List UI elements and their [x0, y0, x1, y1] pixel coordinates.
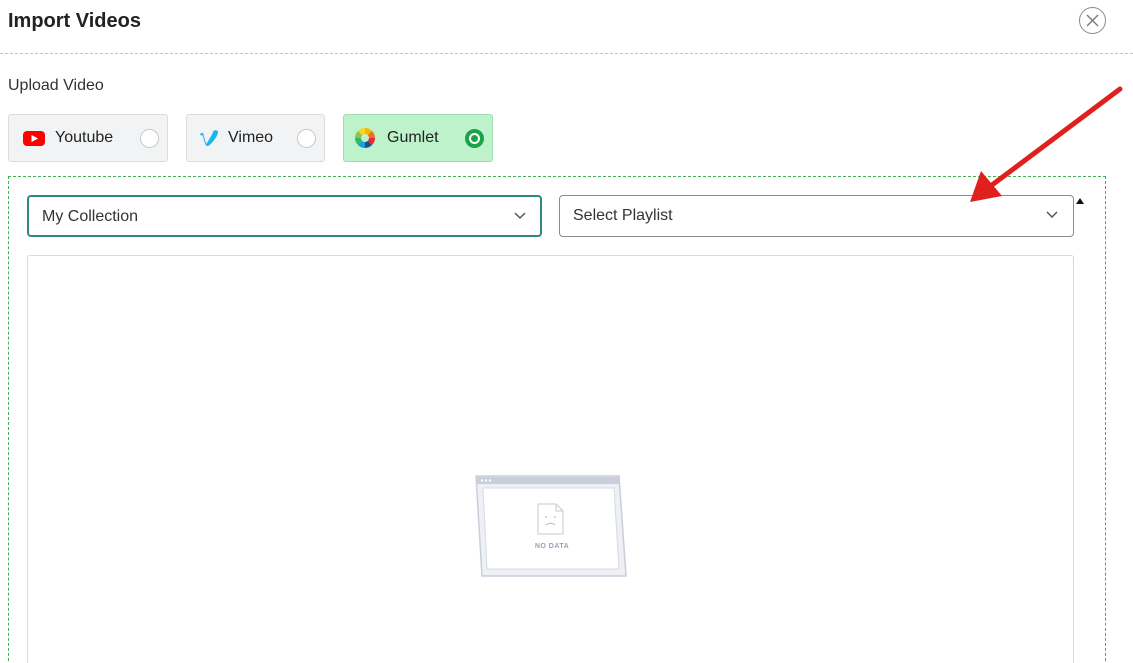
collection-select[interactable]: My Collection [27, 195, 542, 237]
chevron-down-icon [514, 212, 526, 220]
radio-gumlet[interactable] [465, 129, 484, 148]
modal-title: Import Videos [8, 10, 141, 32]
source-option-vimeo[interactable]: Vimeo [186, 114, 325, 162]
no-data-illustration [475, 475, 627, 577]
red-arrow-icon [970, 86, 1123, 202]
collection-select-value: My Collection [42, 208, 139, 225]
sad-document-icon [537, 503, 564, 535]
no-data-text: NO DATA [534, 543, 570, 550]
source-option-youtube[interactable]: Youtube [8, 114, 168, 162]
vimeo-icon [200, 130, 219, 147]
radio-youtube[interactable] [140, 129, 159, 148]
source-option-gumlet[interactable]: Gumlet [343, 114, 493, 162]
modal-header: Import Videos [0, 0, 1133, 54]
upload-video-label: Upload Video [8, 77, 104, 94]
youtube-icon [23, 131, 45, 146]
video-list [27, 255, 1074, 663]
radio-vimeo[interactable] [297, 129, 316, 148]
close-button[interactable] [1079, 7, 1106, 34]
source-label-youtube: Youtube [55, 129, 114, 146]
gumlet-icon [355, 128, 375, 148]
close-icon [1086, 14, 1099, 27]
source-label-gumlet: Gumlet [387, 129, 439, 146]
playlist-select-value: Select Playlist [573, 207, 673, 224]
import-videos-modal: Import Videos Upload Video Youtube Vimeo [0, 0, 1133, 663]
chevron-down-icon [1046, 211, 1058, 219]
source-label-vimeo: Vimeo [228, 129, 274, 146]
